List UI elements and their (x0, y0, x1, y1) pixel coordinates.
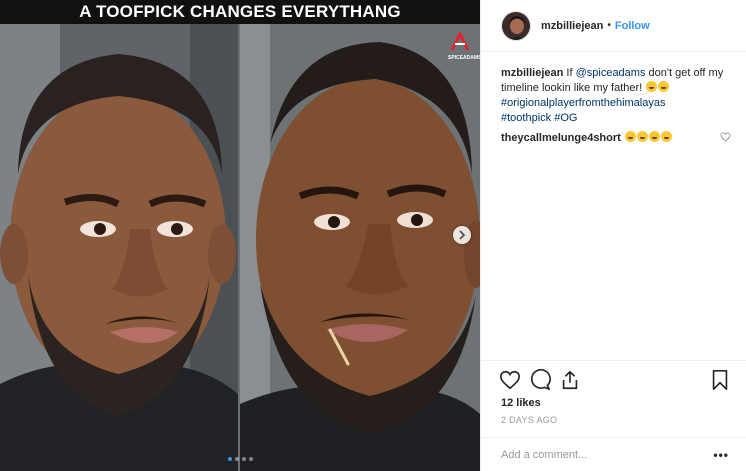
likes-count[interactable]: 12 likes (501, 397, 541, 409)
share-icon (562, 370, 578, 390)
hashtag-link[interactable]: #origionalplayerfromthehimalayas (501, 97, 665, 109)
actions-section: 12 likes 2 DAYS AGO (481, 360, 746, 425)
face-photo-after (240, 24, 480, 471)
heart-icon (720, 132, 731, 142)
post-timestamp[interactable]: 2 DAYS AGO (501, 415, 557, 425)
spiceadams-watermark: SPICEADAMS (448, 30, 480, 61)
photo-right-panel (240, 24, 480, 471)
chevron-right-icon (459, 230, 466, 240)
more-options-button[interactable]: ••• (713, 448, 729, 462)
action-icons (499, 368, 731, 393)
carousel-indicator (0, 457, 480, 461)
comment-input[interactable] (501, 448, 701, 461)
banner-text: A TOOFPICK CHANGES EVERYTHANG (79, 2, 401, 21)
comment-item: theycallmelunge4short (501, 131, 731, 146)
header-separator: • (607, 20, 611, 31)
heart-icon (500, 370, 520, 390)
save-button[interactable] (709, 369, 731, 391)
avatar-image (502, 11, 530, 40)
comment-button[interactable] (529, 368, 551, 391)
comments-section: mzbilliejean If @spiceadams don't get of… (501, 66, 731, 146)
mention-link[interactable]: @spiceadams (576, 67, 646, 79)
caption-text-1: If (566, 67, 576, 79)
photo-left-panel (0, 24, 238, 471)
carousel-dot (227, 457, 232, 461)
avatar[interactable] (501, 10, 531, 41)
follow-button[interactable]: Follow (615, 20, 650, 32)
tears-of-joy-emoji-icon (624, 131, 636, 142)
post-media[interactable]: A TOOFPICK CHANGES EVERYTHANG SPICEADAMS (0, 0, 480, 471)
hashtag-link[interactable]: #OG (554, 112, 577, 124)
bookmark-icon (712, 370, 728, 390)
face-photo-before (0, 24, 238, 471)
post-header: mzbilliejean • Follow (481, 0, 746, 52)
carousel-dot (234, 457, 239, 461)
instagram-post: A TOOFPICK CHANGES EVERYTHANG SPICEADAMS… (0, 0, 746, 471)
share-button[interactable] (559, 369, 581, 391)
tears-of-joy-emoji-icon (648, 131, 660, 142)
comment-icon (531, 368, 551, 390)
like-button[interactable] (499, 369, 521, 391)
comment-username[interactable]: theycallmelunge4short (501, 132, 621, 144)
tears-of-joy-emoji-icon (660, 131, 672, 142)
add-comment-bar: ••• (481, 437, 746, 471)
weary-face-emoji-icon (646, 81, 658, 92)
comment-text: theycallmelunge4short (501, 131, 672, 146)
caption: mzbilliejean If @spiceadams don't get of… (501, 66, 731, 126)
post-sidebar: mzbilliejean • Follow mzbilliejean If @s… (480, 0, 746, 471)
caption-username[interactable]: mzbilliejean (501, 67, 563, 79)
hashtag-link[interactable]: #toothpick (501, 112, 551, 124)
carousel-dot (248, 457, 253, 461)
carousel-next-button[interactable] (453, 226, 471, 244)
watermark-text: SPICEADAMS (448, 55, 480, 61)
tears-of-joy-emoji-icon (636, 131, 648, 142)
tears-of-joy-emoji-icon (658, 81, 670, 92)
watermark-logo-icon (450, 30, 470, 51)
carousel-dot (241, 457, 246, 461)
header-username[interactable]: mzbilliejean (541, 20, 603, 32)
photo-banner: A TOOFPICK CHANGES EVERYTHANG (0, 0, 480, 24)
comment-like-button[interactable] (720, 132, 731, 145)
